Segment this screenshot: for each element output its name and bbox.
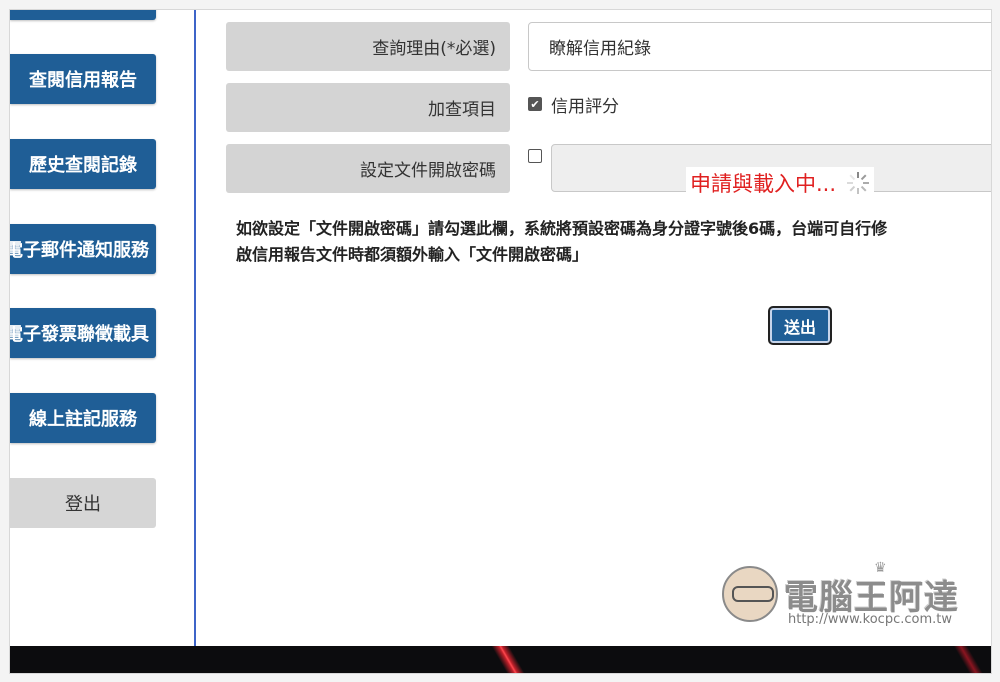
wallpaper-streak (940, 646, 991, 673)
extra-item-label: 加查項目 (226, 83, 510, 132)
sidebar-item-label: 線上註記服務 (29, 409, 137, 430)
browser-viewport: 查閱信用報告 歷史查閱記錄 電子郵件通知服務 電子發票聯徵載具 線上註記服務 登… (9, 9, 992, 674)
sidebar-divider (194, 10, 196, 646)
sidebar-item-top-partial[interactable] (10, 10, 156, 20)
password-label: 設定文件開啟密碼 (226, 144, 510, 193)
credit-score-option[interactable]: ✔ 信用評分 (528, 92, 619, 117)
wallpaper-streak (480, 646, 540, 673)
mascot-face-icon (722, 566, 778, 622)
sidebar-item-view-credit-report[interactable]: 查閱信用報告 (10, 54, 156, 104)
reason-select[interactable]: 瞭解信用紀錄 (528, 22, 991, 71)
logout-label: 登出 (65, 494, 101, 515)
checkbox-empty-icon[interactable] (528, 149, 542, 163)
note-line-2: 啟信用報告文件時都須額外輸入「文件開啟密碼」 (236, 245, 589, 264)
sidebar: 查閱信用報告 歷史查閱記錄 電子郵件通知服務 電子發票聯徵載具 線上註記服務 登… (10, 10, 194, 646)
checkbox-checked-icon[interactable]: ✔ (528, 97, 542, 111)
sidebar-item-online-note[interactable]: 線上註記服務 (10, 393, 156, 443)
sidebar-item-label: 歷史查閱記錄 (29, 155, 137, 176)
sidebar-item-label: 電子郵件通知服務 (10, 240, 149, 261)
submit-button[interactable]: 送出 (768, 306, 832, 345)
note-line-1: 如欲設定「文件開啟密碼」請勾選此欄，系統將預設密碼為身分證字號後6碼，台端可自行… (236, 219, 888, 238)
credit-score-option-label: 信用評分 (551, 96, 619, 117)
spinner-icon (846, 171, 870, 195)
password-note: 如欲設定「文件開啟密碼」請勾選此欄，系統將預設密碼為身分證字號後6碼，台端可自行… (236, 216, 991, 268)
sidebar-item-history[interactable]: 歷史查閱記錄 (10, 139, 156, 189)
watermark: ♛ 電腦王阿達 http://www.kocpc.com.tw (722, 560, 972, 630)
logout-button[interactable]: 登出 (10, 478, 156, 528)
loading-text: 申請與載入中... (690, 172, 837, 196)
sidebar-item-e-invoice[interactable]: 電子發票聯徵載具 (10, 308, 156, 358)
sidebar-item-label: 電子發票聯徵載具 (10, 324, 149, 345)
sidebar-item-label: 查閱信用報告 (29, 70, 137, 91)
sidebar-item-email-notify[interactable]: 電子郵件通知服務 (10, 224, 156, 274)
loading-indicator: 申請與載入中... (686, 167, 875, 199)
watermark-url: http://www.kocpc.com.tw (788, 612, 952, 627)
desktop-bottom-strip (10, 646, 991, 673)
screenshot-frame: 查閱信用報告 歷史查閱記錄 電子郵件通知服務 電子發票聯徵載具 線上註記服務 登… (0, 0, 1000, 682)
reason-label: 查詢理由(*必選) (226, 22, 510, 71)
